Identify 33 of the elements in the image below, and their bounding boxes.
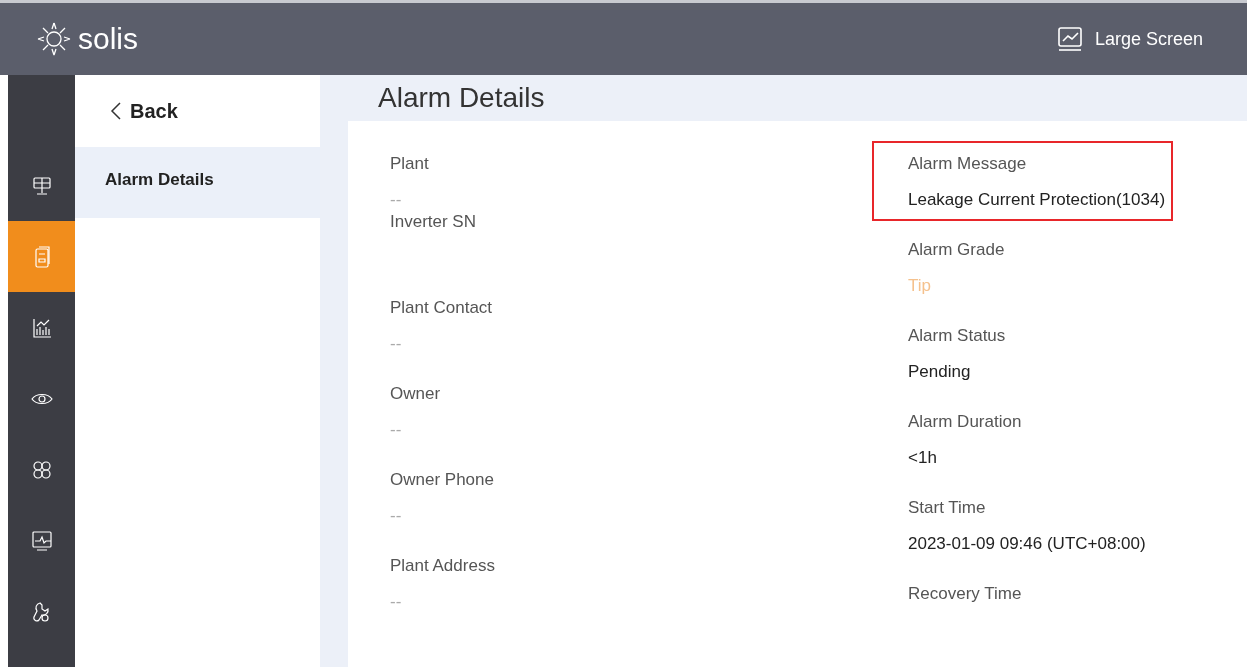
field-value: Leakage Current Protection(1034) [908,189,1166,211]
field-value: 2023-01-09 09:46 (UTC+08:00) [908,533,1147,555]
field-label: Plant Address [390,555,496,577]
large-screen-button[interactable]: Large Screen [1056,25,1203,53]
field-label: Alarm Status [908,325,1007,347]
field-label: Plant Contact [390,297,494,319]
chevron-left-icon [110,101,122,121]
field-label: Plant [390,153,430,175]
field-value: Pending [908,361,972,383]
field-value: -- [390,333,403,355]
clover-icon [30,458,53,481]
field-label: Inverter SN [390,211,477,233]
field-value: -- [390,419,403,441]
field-value: Tip [908,275,932,297]
back-button[interactable]: Back [75,75,320,147]
logo-text: solis [78,24,138,54]
field-label: Alarm Grade [908,239,1006,261]
monitor-icon [30,529,53,552]
field-value: -- [390,591,403,613]
solar-panel-icon [30,174,53,197]
field-value: -- [390,505,403,527]
line-chart-icon [1056,26,1083,52]
sidebar-item[interactable]: Alarm Details [75,147,320,218]
field-value: <1h [908,447,938,469]
field-label: Start Time [908,497,987,519]
field-label: Alarm Message [908,153,1028,175]
field-label: Owner [390,383,442,405]
page-title: Alarm Details [377,81,546,115]
field-label: Recovery Time [908,583,1023,605]
bar-chart-icon [30,316,53,339]
field-value: -- [390,189,403,211]
field-label: Alarm Duration [908,411,1023,433]
field-label: Owner Phone [390,469,495,491]
